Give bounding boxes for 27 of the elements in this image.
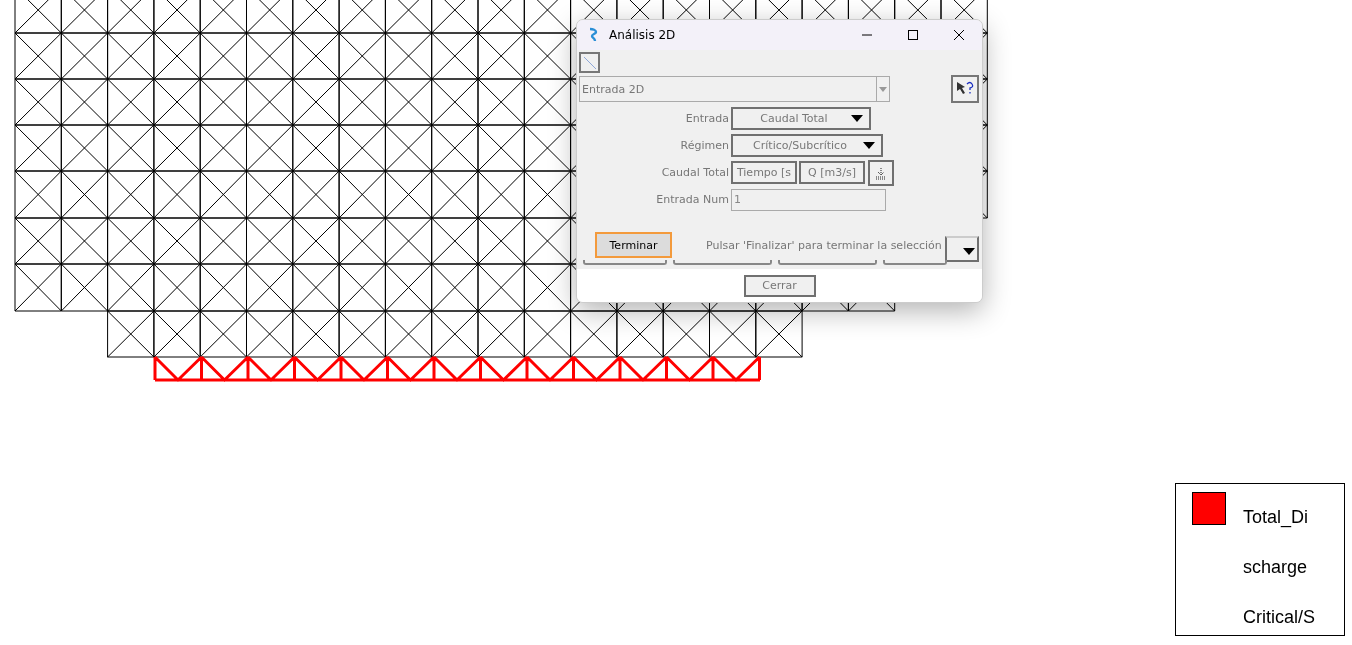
column-header[interactable]: Q [m3/s] (799, 161, 865, 184)
import-button[interactable] (868, 159, 894, 186)
mode-dropdown[interactable]: Entrada 2D (579, 76, 891, 102)
caret-icon (863, 142, 875, 149)
dropdown[interactable] (945, 236, 979, 262)
dropdown[interactable]: Crítico/Subcrítico (731, 134, 883, 157)
caret-icon (879, 86, 888, 92)
field-label: Caudal Total (660, 166, 729, 179)
download-icon (874, 165, 888, 180)
pointer-help-button[interactable] (951, 75, 979, 103)
status-text: Pulsar 'Finalizar' para terminar la selección (706, 238, 942, 252)
window-title: Análisis 2D (609, 28, 677, 42)
field-label: Entrada Num (655, 193, 729, 206)
caret-icon (963, 248, 975, 255)
legend-label: scharge (1243, 556, 1309, 578)
legend-label: Total_Di (1243, 506, 1310, 528)
field-label: Régimen (679, 139, 729, 152)
finish-button[interactable]: Terminar (595, 232, 672, 258)
diagonal-line-icon (582, 55, 597, 70)
column-header[interactable]: Tiempo [s (731, 161, 797, 184)
line-tool-button[interactable] (579, 52, 600, 73)
legend-label: Critical/S (1243, 606, 1315, 628)
input-field[interactable]: 1 (731, 188, 886, 211)
close-button[interactable]: Cerrar (743, 274, 816, 297)
field-label: Entrada (684, 112, 729, 125)
dropdown[interactable]: Caudal Total (731, 107, 871, 130)
caret-icon (851, 115, 863, 122)
